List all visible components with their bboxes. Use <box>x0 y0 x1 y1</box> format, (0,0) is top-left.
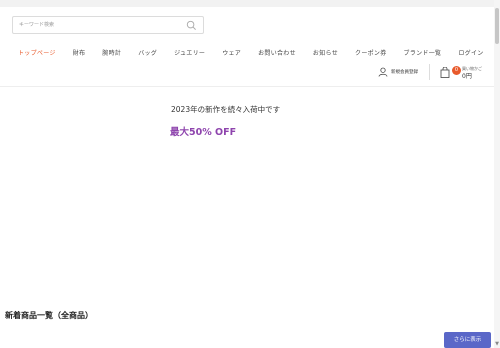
nav-item-login[interactable]: ログイン <box>458 48 483 57</box>
search-box[interactable] <box>12 16 204 34</box>
register-label: 新規会員登録 <box>391 70 418 75</box>
nav-item-wallets[interactable]: 財布 <box>73 48 86 57</box>
user-icon <box>378 67 388 77</box>
nav-item-brands[interactable]: ブランド一覧 <box>404 48 442 57</box>
cart-count-badge: 0 <box>452 66 461 75</box>
register-link[interactable]: 新規会員登録 <box>378 67 418 77</box>
nav-item-jewelry[interactable]: ジュエリー <box>174 48 205 57</box>
shopping-bag-icon <box>440 67 450 78</box>
nav-item-bags[interactable]: バッグ <box>138 48 157 57</box>
header-separator <box>0 86 495 87</box>
promo-sale-text: 最大50% OFF <box>170 127 237 138</box>
promo-headline: 2023年の新作を続々入荷中です <box>171 105 281 114</box>
cart-total: 0円 <box>462 73 472 80</box>
search-icon[interactable] <box>186 20 197 31</box>
nav-item-news[interactable]: お知らせ <box>313 48 338 57</box>
scroll-down-icon[interactable]: ▼ <box>494 340 500 348</box>
section-title: 新着商品一覧（全商品） <box>5 311 93 320</box>
nav-item-top[interactable]: トップページ <box>18 48 56 57</box>
top-strip <box>0 0 500 7</box>
scrollbar-track[interactable] <box>494 0 500 348</box>
nav-item-coupons[interactable]: クーポン券 <box>355 48 387 57</box>
header-divider <box>429 64 430 80</box>
main-nav: トップページ 財布 腕時計 バッグ ジュエリー ウェア お問い合わせ お知らせ … <box>18 46 500 58</box>
nav-item-contact[interactable]: お問い合わせ <box>258 48 296 57</box>
nav-item-wear[interactable]: ウェア <box>222 48 241 57</box>
show-more-button[interactable]: さらに表示 <box>444 332 491 348</box>
scrollbar-thumb[interactable] <box>495 8 499 44</box>
nav-item-watches[interactable]: 腕時計 <box>102 48 121 57</box>
search-input[interactable] <box>19 19 179 31</box>
